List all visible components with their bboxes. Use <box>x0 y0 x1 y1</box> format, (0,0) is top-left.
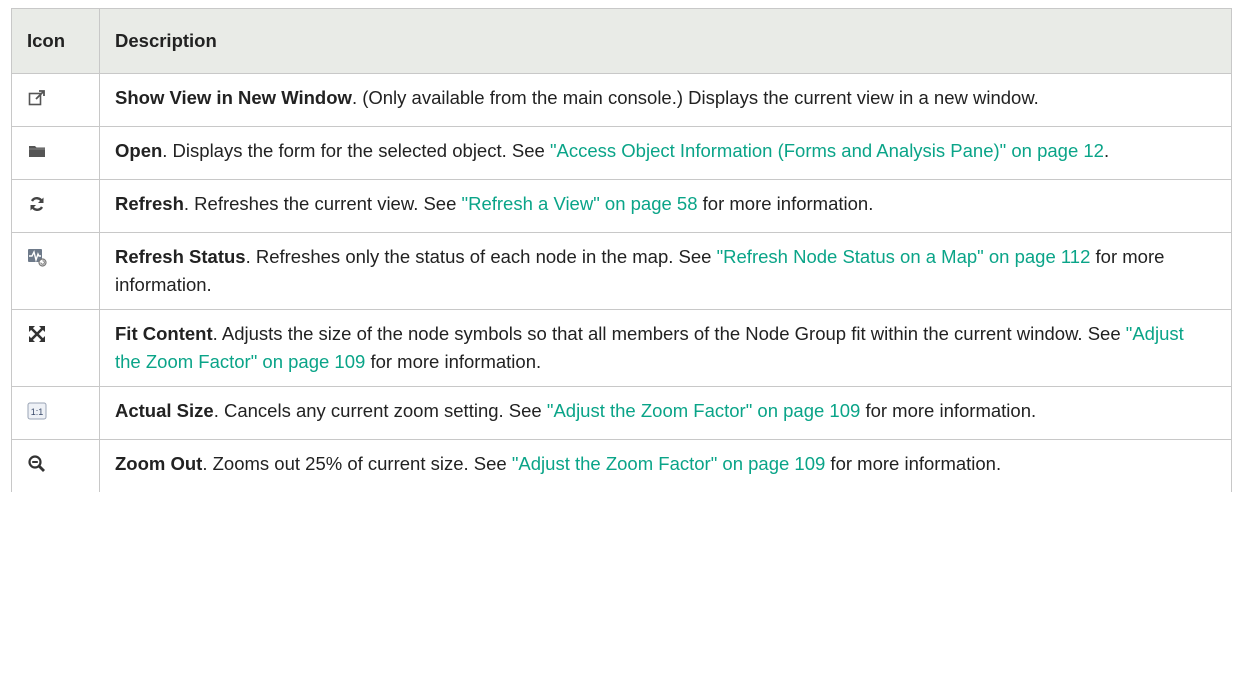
table-row: Refresh. Refreshes the current view. See… <box>11 179 1232 233</box>
refresh-icon <box>27 194 47 214</box>
cross-reference-link[interactable]: "Adjust the Zoom Factor" on page 109 <box>547 400 860 421</box>
fit-content-icon <box>27 324 47 344</box>
icon-description-table: Icon Description Show View in New Window… <box>11 8 1232 492</box>
item-text-after: for more information. <box>825 453 1002 474</box>
description-cell: Open. Displays the form for the selected… <box>99 126 1232 180</box>
header-icon: Icon <box>11 8 100 74</box>
item-text: . Adjusts the size of the node symbols s… <box>212 323 1126 344</box>
item-text: . Cancels any current zoom setting. See <box>213 400 547 421</box>
item-text-after: . <box>1103 140 1110 161</box>
description-cell: Refresh. Refreshes the current view. See… <box>99 179 1232 233</box>
cross-reference-link[interactable]: "Refresh Node Status on a Map" on page 1… <box>717 246 1091 267</box>
description-cell: Fit Content. Adjusts the size of the nod… <box>99 309 1232 387</box>
table-row: Open. Displays the form for the selected… <box>11 126 1232 180</box>
item-name: Open <box>115 140 163 161</box>
item-text-after: for more information. <box>697 193 874 214</box>
open-folder-icon <box>27 141 47 161</box>
actual-size-icon: 1:1 <box>27 401 47 421</box>
header-description: Description <box>99 8 1232 74</box>
zoom-out-icon <box>27 454 47 474</box>
refresh-status-icon <box>27 247 47 267</box>
item-text-after: for more information. <box>860 400 1037 421</box>
description-cell: Refresh Status. Refreshes only the statu… <box>99 232 1232 310</box>
table-row: Fit Content. Adjusts the size of the nod… <box>11 309 1232 387</box>
item-name: Refresh <box>115 193 184 214</box>
item-name: Actual Size <box>115 400 214 421</box>
item-name: Fit Content <box>115 323 213 344</box>
description-cell: Show View in New Window. (Only available… <box>99 73 1232 127</box>
item-text: . (Only available from the main console.… <box>351 87 1039 108</box>
cross-reference-link[interactable]: "Adjust the Zoom Factor" on page 109 <box>512 453 825 474</box>
item-text: . Displays the form for the selected obj… <box>162 140 550 161</box>
item-text: . Refreshes the current view. See <box>183 193 462 214</box>
table-header-row: Icon Description <box>11 8 1232 74</box>
item-text-after: for more information. <box>365 351 542 372</box>
table-row: Zoom Out. Zooms out 25% of current size.… <box>11 439 1232 492</box>
item-name: Show View in New Window <box>115 87 352 108</box>
cross-reference-link[interactable]: "Refresh a View" on page 58 <box>462 193 698 214</box>
svg-text:1:1: 1:1 <box>31 407 44 417</box>
table-row: Show View in New Window. (Only available… <box>11 73 1232 127</box>
table-row: Refresh Status. Refreshes only the statu… <box>11 232 1232 310</box>
table-row: 1:1 Actual Size. Cancels any current zoo… <box>11 386 1232 440</box>
item-name: Refresh Status <box>115 246 246 267</box>
show-in-new-window-icon <box>27 88 47 108</box>
description-cell: Zoom Out. Zooms out 25% of current size.… <box>99 439 1232 492</box>
item-text: . Refreshes only the status of each node… <box>245 246 717 267</box>
description-cell: Actual Size. Cancels any current zoom se… <box>99 386 1232 440</box>
item-text: . Zooms out 25% of current size. See <box>202 453 512 474</box>
cross-reference-link[interactable]: "Access Object Information (Forms and An… <box>550 140 1104 161</box>
item-name: Zoom Out <box>115 453 203 474</box>
